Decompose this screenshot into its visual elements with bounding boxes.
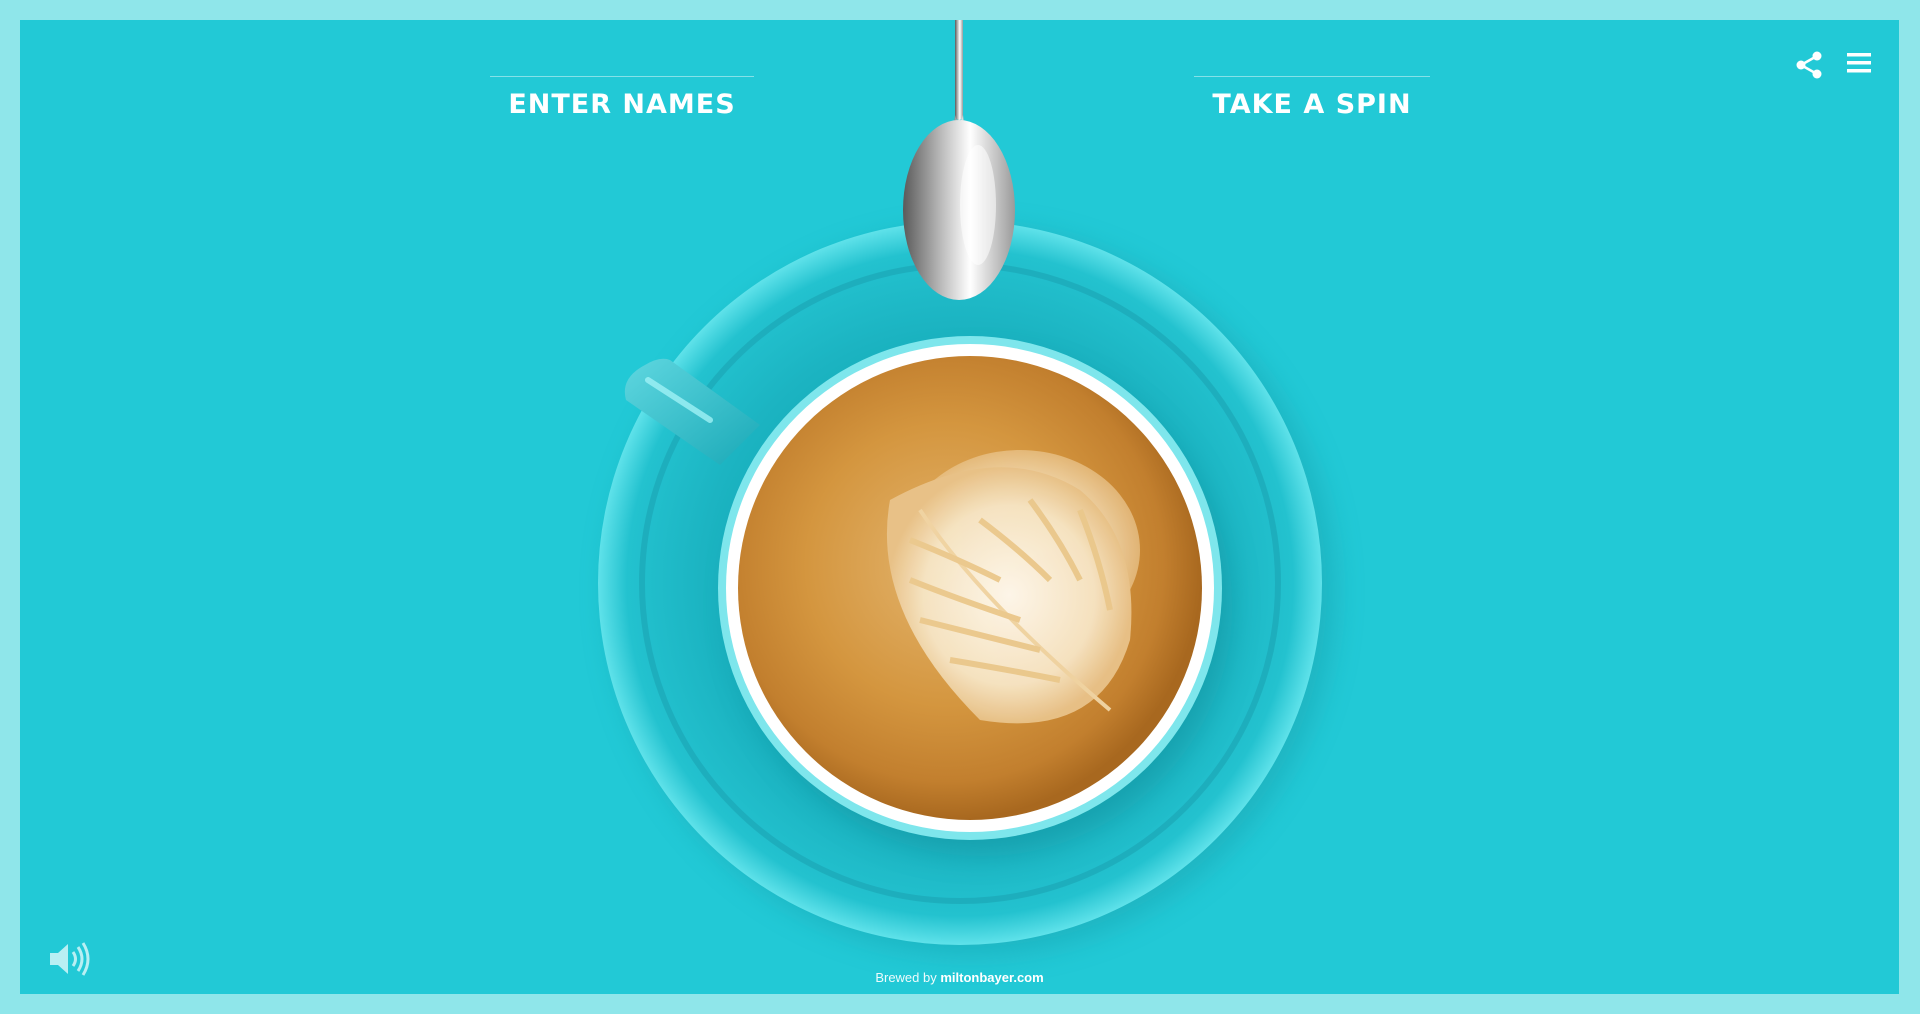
footer-credit: Brewed by miltonbayer.com [20,970,1899,985]
share-icon[interactable] [1792,48,1826,82]
coffee-cup-wheel[interactable] [20,20,1899,994]
footer-site-link[interactable]: miltonbayer.com [940,970,1043,985]
spoon-bowl [903,120,1015,300]
take-a-spin-button[interactable]: TAKE A SPIN [1194,76,1430,120]
footer-prefix: Brewed by [875,970,937,985]
enter-names-button[interactable]: ENTER NAMES [490,76,754,120]
hamburger-menu-icon[interactable] [1842,46,1876,80]
spoon-handle [955,20,963,120]
app-stage: ENTER NAMES TAKE A SPIN Brewed by milton… [20,20,1899,994]
